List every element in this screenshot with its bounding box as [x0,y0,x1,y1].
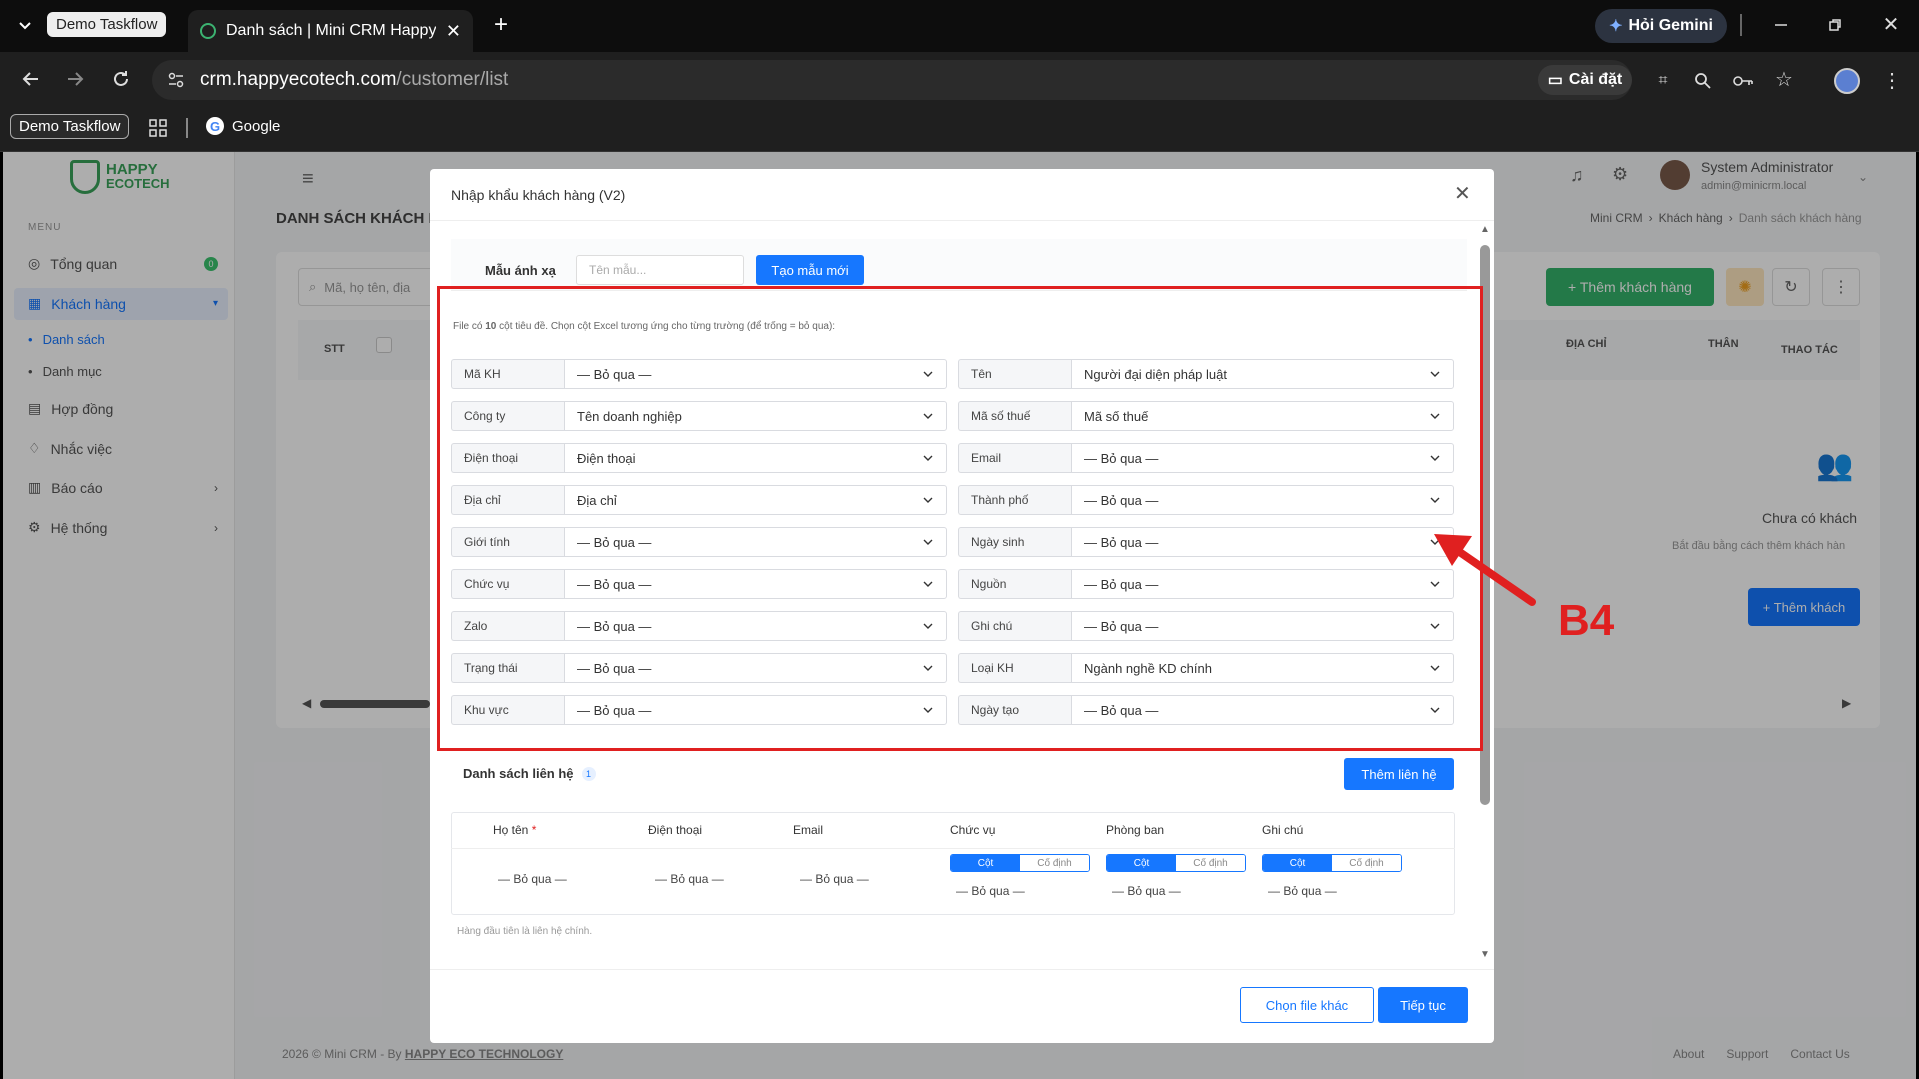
url-host: crm.happyecotech.com [200,69,397,90]
required-mark: * [531,823,537,837]
google-g-icon: G [206,117,224,135]
contact-col-phone: Điện thoại [648,823,703,837]
active-tab[interactable]: Danh sách | Mini CRM Happy Ec ✕ [188,10,473,52]
continue-button[interactable]: Tiếp tục [1378,987,1468,1023]
bookmark-star-icon[interactable]: ☆ [1772,68,1796,92]
annotation-label: B4 [1558,596,1615,645]
gemini-sparkle-icon: ✦ [1609,18,1623,35]
import-modal: Nhập khẩu khách hàng (V2) ✕ ▲ ▼ Mẫu ánh … [430,169,1494,1043]
annotation-highlight-box [437,286,1483,751]
mode-fixed-option[interactable]: Cố định [1020,855,1089,871]
new-tab-icon[interactable]: + [488,12,514,38]
template-label: Mẫu ánh xạ [485,263,556,278]
tab-search-chevron-icon[interactable] [14,14,36,36]
install-app-button[interactable]: ▭ Cài đặt [1538,65,1632,95]
restore-icon[interactable] [1820,12,1850,38]
contact-col-name: Họ tên * [493,823,536,837]
contact-col-label: Họ tên [493,823,529,837]
bookmark-divider [186,118,188,138]
modal-footer-divider [430,969,1494,970]
mode-column-option[interactable]: Cột [1107,855,1176,871]
back-icon[interactable] [18,66,44,92]
zoom-icon[interactable] [1692,70,1714,92]
contacts-header-divider [451,848,1455,849]
tab-close-icon[interactable]: ✕ [446,21,461,42]
site-info-icon[interactable] [166,70,186,90]
contact-col-position: Chức vụ [950,823,996,837]
contacts-title-text: Danh sách liên hệ [463,766,574,781]
contact-position-select[interactable]: — Bỏ qua — [956,884,1025,898]
bookmark-google-label: Google [232,117,281,135]
url-path: /customer/list [396,69,509,90]
profile-avatar-icon[interactable] [1834,68,1860,94]
mode-fixed-option[interactable]: Cố định [1332,855,1401,871]
gemini-button[interactable]: ✦ Hỏi Gemini [1595,9,1727,43]
address-bar[interactable]: crm.happyecotech.com/customer/list [152,60,1632,100]
bookmark-google[interactable]: G Google [206,117,280,135]
tab-title: Danh sách | Mini CRM Happy Ec [226,22,436,39]
close-window-icon[interactable]: ✕ [1876,12,1906,38]
contact-phone-select[interactable]: — Bỏ qua — [655,872,724,886]
install-label: Cài đặt [1568,71,1623,88]
browser-menu-icon[interactable]: ⋮ [1882,68,1902,94]
note-mode-toggle[interactable]: Cột Cố định [1262,854,1402,872]
profile-chip[interactable]: Demo Taskflow [47,12,167,37]
contact-department-select[interactable]: — Bỏ qua — [1112,884,1181,898]
bookmark-profile-chip[interactable]: Demo Taskflow [10,114,130,139]
create-template-button[interactable]: Tạo mẫu mới [756,255,864,285]
contact-name-select[interactable]: — Bỏ qua — [498,872,567,886]
position-mode-toggle[interactable]: Cột Cố định [950,854,1090,872]
choose-other-file-button[interactable]: Chọn file khác [1240,987,1374,1023]
translate-icon[interactable]: ⌗ [1652,70,1674,92]
modal-close-icon[interactable]: ✕ [1454,181,1471,206]
add-contact-button[interactable]: Thêm liên hệ [1344,758,1454,790]
contact-col-department: Phòng ban [1106,823,1165,837]
apps-grid-icon[interactable] [148,118,168,138]
mode-column-option[interactable]: Cột [1263,855,1332,871]
contact-col-note: Ghi chú [1262,823,1304,837]
modal-title: Nhập khẩu khách hàng (V2) [451,187,626,203]
install-monitor-icon: ▭ [1547,72,1563,89]
minimize-icon[interactable] [1766,12,1796,38]
contact-col-email: Email [793,823,824,837]
annotation-arrow [1434,534,1536,606]
contact-email-select[interactable]: — Bỏ qua — [800,872,869,886]
gemini-label: Hỏi Gemini [1628,17,1713,34]
reload-icon[interactable] [108,66,134,92]
contacts-title: Danh sách liên hệ 1 [463,766,596,781]
tab-favicon-icon [200,23,216,39]
contact-note-select[interactable]: — Bỏ qua — [1268,884,1337,898]
forward-icon[interactable] [62,66,88,92]
mode-column-option[interactable]: Cột [951,855,1020,871]
contacts-hint: Hàng đầu tiên là liên hệ chính. [457,926,593,937]
bookmarks-bar [0,106,1919,152]
password-key-icon[interactable] [1732,70,1754,92]
modal-scroll-up-icon[interactable]: ▲ [1480,224,1490,235]
mode-fixed-option[interactable]: Cố định [1176,855,1245,871]
modal-scroll-down-icon[interactable]: ▼ [1480,949,1490,960]
contacts-count-badge: 1 [581,766,596,781]
tab-bar-divider [1740,14,1742,36]
department-mode-toggle[interactable]: Cột Cố định [1106,854,1246,872]
template-name-input[interactable]: Tên mẫu... [576,255,744,285]
